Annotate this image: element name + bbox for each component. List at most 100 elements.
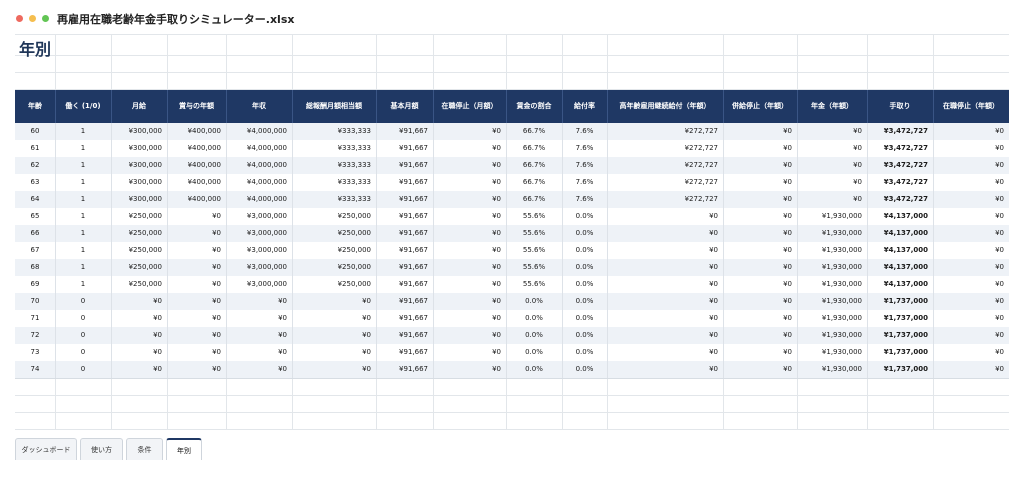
table-cell[interactable]: ¥91,667 bbox=[376, 293, 433, 310]
table-cell[interactable]: ¥0 bbox=[607, 344, 723, 361]
maximize-window-button[interactable] bbox=[42, 15, 49, 22]
close-window-button[interactable] bbox=[16, 15, 23, 22]
table-cell[interactable]: 63 bbox=[15, 174, 55, 191]
table-cell[interactable]: ¥0 bbox=[292, 293, 376, 310]
table-cell[interactable]: 7.6% bbox=[562, 123, 607, 140]
table-cell[interactable]: ¥0 bbox=[167, 327, 226, 344]
table-cell[interactable]: ¥0 bbox=[167, 310, 226, 327]
table-cell[interactable]: 67 bbox=[15, 242, 55, 259]
table-cell[interactable]: 0.0% bbox=[562, 208, 607, 225]
table-cell[interactable]: ¥0 bbox=[111, 293, 167, 310]
table-cell[interactable]: ¥0 bbox=[226, 310, 292, 327]
table-cell[interactable]: 0 bbox=[55, 310, 111, 327]
table-cell[interactable]: ¥0 bbox=[607, 361, 723, 378]
table-cell[interactable]: 64 bbox=[15, 191, 55, 208]
table-cell[interactable]: ¥0 bbox=[933, 344, 1009, 361]
table-cell[interactable]: ¥0 bbox=[797, 157, 867, 174]
table-cell[interactable]: ¥0 bbox=[433, 242, 506, 259]
table-cell[interactable]: ¥0 bbox=[933, 242, 1009, 259]
table-cell[interactable]: 0.0% bbox=[562, 225, 607, 242]
column-header[interactable]: 在職停止（年額） bbox=[933, 90, 1009, 123]
column-header[interactable]: 働く (1/0) bbox=[55, 90, 111, 123]
table-cell[interactable]: ¥0 bbox=[723, 123, 797, 140]
table-cell[interactable]: ¥3,472,727 bbox=[867, 191, 933, 208]
table-cell[interactable]: ¥333,333 bbox=[292, 191, 376, 208]
table-cell[interactable]: ¥0 bbox=[111, 344, 167, 361]
table-cell[interactable]: ¥0 bbox=[226, 293, 292, 310]
table-cell[interactable]: ¥0 bbox=[433, 293, 506, 310]
table-cell[interactable]: 0.0% bbox=[506, 293, 562, 310]
table-cell[interactable]: ¥0 bbox=[607, 310, 723, 327]
table-cell[interactable]: 0 bbox=[55, 344, 111, 361]
table-cell[interactable]: ¥0 bbox=[933, 276, 1009, 293]
table-cell[interactable]: ¥250,000 bbox=[111, 225, 167, 242]
column-header[interactable]: 給付率 bbox=[562, 90, 607, 123]
table-cell[interactable]: ¥0 bbox=[433, 157, 506, 174]
table-cell[interactable]: ¥1,737,000 bbox=[867, 344, 933, 361]
table-cell[interactable]: 0.0% bbox=[562, 310, 607, 327]
table-cell[interactable]: ¥0 bbox=[433, 327, 506, 344]
table-cell[interactable]: ¥300,000 bbox=[111, 140, 167, 157]
column-header[interactable]: 年齢 bbox=[15, 90, 55, 123]
table-cell[interactable]: 55.6% bbox=[506, 208, 562, 225]
table-cell[interactable]: ¥91,667 bbox=[376, 276, 433, 293]
table-cell[interactable]: ¥400,000 bbox=[167, 191, 226, 208]
table-cell[interactable]: ¥1,930,000 bbox=[797, 276, 867, 293]
table-cell[interactable]: ¥0 bbox=[607, 208, 723, 225]
table-cell[interactable]: ¥0 bbox=[607, 276, 723, 293]
column-header[interactable]: 手取り bbox=[867, 90, 933, 123]
table-cell[interactable]: ¥250,000 bbox=[292, 276, 376, 293]
table-cell[interactable]: 61 bbox=[15, 140, 55, 157]
table-cell[interactable]: ¥1,930,000 bbox=[797, 293, 867, 310]
table-cell[interactable]: ¥1,930,000 bbox=[797, 242, 867, 259]
table-cell[interactable]: ¥0 bbox=[167, 293, 226, 310]
table-cell[interactable]: 66.7% bbox=[506, 191, 562, 208]
table-cell[interactable]: ¥0 bbox=[797, 191, 867, 208]
table-cell[interactable]: ¥250,000 bbox=[111, 259, 167, 276]
table-cell[interactable]: ¥1,737,000 bbox=[867, 361, 933, 378]
table-cell[interactable]: ¥0 bbox=[433, 191, 506, 208]
table-cell[interactable]: ¥0 bbox=[723, 361, 797, 378]
table-cell[interactable]: ¥0 bbox=[607, 327, 723, 344]
spreadsheet-grid[interactable]: 年別 年齢 働く (1/0) 月給 賞与の年額 年収 総報酬月額相当額 基本月額 在職停止（月額… bbox=[15, 34, 1009, 430]
table-cell[interactable]: 0.0% bbox=[562, 361, 607, 378]
table-cell[interactable]: ¥250,000 bbox=[292, 208, 376, 225]
table-cell[interactable]: 74 bbox=[15, 361, 55, 378]
table-cell[interactable]: ¥4,137,000 bbox=[867, 242, 933, 259]
table-cell[interactable]: ¥0 bbox=[167, 361, 226, 378]
table-cell[interactable]: ¥400,000 bbox=[167, 157, 226, 174]
table-cell[interactable]: ¥0 bbox=[723, 208, 797, 225]
table-cell[interactable]: ¥0 bbox=[723, 225, 797, 242]
column-header[interactable]: 高年齢雇用継続給付（年額） bbox=[607, 90, 723, 123]
table-cell[interactable]: ¥0 bbox=[167, 242, 226, 259]
table-cell[interactable]: 0.0% bbox=[506, 361, 562, 378]
table-cell[interactable]: 0.0% bbox=[562, 327, 607, 344]
table-cell[interactable]: ¥333,333 bbox=[292, 140, 376, 157]
table-cell[interactable]: 71 bbox=[15, 310, 55, 327]
table-cell[interactable]: ¥1,930,000 bbox=[797, 310, 867, 327]
table-cell[interactable]: ¥0 bbox=[433, 140, 506, 157]
table-cell[interactable]: 1 bbox=[55, 276, 111, 293]
table-cell[interactable]: ¥0 bbox=[933, 174, 1009, 191]
table-cell[interactable]: ¥0 bbox=[292, 361, 376, 378]
table-cell[interactable]: 1 bbox=[55, 174, 111, 191]
table-cell[interactable]: ¥0 bbox=[226, 327, 292, 344]
table-cell[interactable]: ¥0 bbox=[607, 225, 723, 242]
table-cell[interactable]: ¥3,472,727 bbox=[867, 123, 933, 140]
table-cell[interactable]: ¥0 bbox=[433, 208, 506, 225]
table-cell[interactable]: ¥0 bbox=[292, 344, 376, 361]
table-cell[interactable]: ¥300,000 bbox=[111, 174, 167, 191]
table-cell[interactable]: ¥1,930,000 bbox=[797, 225, 867, 242]
table-cell[interactable]: ¥0 bbox=[723, 259, 797, 276]
column-header[interactable]: 総報酬月額相当額 bbox=[292, 90, 376, 123]
table-cell[interactable]: ¥0 bbox=[723, 327, 797, 344]
table-cell[interactable]: ¥400,000 bbox=[167, 123, 226, 140]
table-cell[interactable]: ¥91,667 bbox=[376, 157, 433, 174]
table-cell[interactable]: ¥0 bbox=[292, 310, 376, 327]
table-cell[interactable]: 66 bbox=[15, 225, 55, 242]
table-cell[interactable]: 1 bbox=[55, 208, 111, 225]
table-cell[interactable]: ¥4,137,000 bbox=[867, 208, 933, 225]
table-cell[interactable]: ¥3,000,000 bbox=[226, 242, 292, 259]
table-cell[interactable]: ¥0 bbox=[167, 208, 226, 225]
table-cell[interactable]: ¥91,667 bbox=[376, 310, 433, 327]
